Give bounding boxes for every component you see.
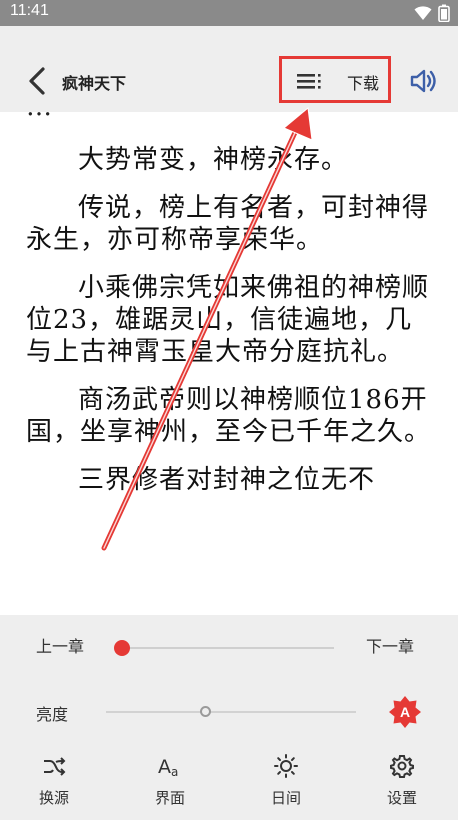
- auto-brightness-glyph: A: [400, 704, 410, 720]
- table-of-contents-icon[interactable]: [294, 68, 324, 94]
- svg-text:A: A: [158, 756, 171, 778]
- paragraph: 三界修者对封神之位无不: [78, 465, 376, 495]
- back-arrow-icon[interactable]: [24, 66, 50, 96]
- book-title: 疯神天下: [62, 74, 127, 93]
- battery-icon: [438, 4, 450, 22]
- brightness-slider-thumb[interactable]: [200, 706, 211, 717]
- chapter-progress-thumb[interactable]: [114, 640, 130, 656]
- gear-icon: [390, 755, 414, 778]
- clipped-text-line: …: [26, 112, 432, 123]
- brightness-row: 亮度 A: [0, 693, 458, 733]
- nav-label: 界面: [154, 789, 185, 807]
- nav-interface[interactable]: A a 界面: [135, 753, 205, 813]
- prev-chapter-button[interactable]: 上一章: [36, 633, 84, 657]
- nav-switch-source[interactable]: 换源: [19, 753, 89, 813]
- next-chapter-button[interactable]: 下一章: [366, 633, 414, 657]
- status-icons: [414, 4, 450, 22]
- auto-brightness-icon[interactable]: A: [388, 695, 422, 729]
- speaker-icon[interactable]: [408, 66, 438, 96]
- paragraph: 传说，榜上有名者，可封神得永生，亦可称帝享荣华。: [26, 193, 430, 255]
- nav-label: 设置: [386, 789, 417, 807]
- paragraph-list: 大势常变，神榜永存。 传说，榜上有名者，可封神得永生，亦可称帝享荣华。 小乘佛宗…: [0, 144, 458, 512]
- nav-label: 日间: [270, 789, 301, 807]
- chapter-progress-track[interactable]: [122, 647, 334, 649]
- nav-day-mode[interactable]: 日间: [251, 753, 321, 813]
- top-bar: 疯神天下 下载: [0, 26, 458, 112]
- brightness-slider-track[interactable]: [106, 711, 356, 713]
- chapter-row: 上一章 下一章: [0, 625, 458, 665]
- nav-settings[interactable]: 设置: [367, 753, 437, 813]
- status-bar: 11:41: [0, 0, 458, 26]
- font-style-icon: A a: [158, 756, 178, 779]
- sun-icon: [274, 754, 298, 778]
- paragraph: 大势常变，神榜永存。: [78, 145, 349, 175]
- switch-source-icon: [44, 757, 66, 776]
- bottom-nav: 换源 A a 界面 日间 设置: [0, 753, 458, 820]
- download-button[interactable]: 下载: [347, 70, 379, 94]
- status-time: 11:41: [10, 2, 49, 19]
- svg-text:a: a: [171, 765, 178, 779]
- brightness-label: 亮度: [36, 705, 69, 724]
- reading-content[interactable]: … 大势常变，神榜永存。 传说，榜上有名者，可封神得永生，亦可称帝享荣华。 小乘…: [0, 112, 458, 615]
- paragraph: 小乘佛宗凭如来佛祖的神榜顺位23，雄踞灵山，信徒遍地，几与上古神霄玉皇大帝分庭抗…: [26, 273, 430, 367]
- nav-label: 换源: [38, 789, 69, 807]
- reader-control-panel: 上一章 下一章 亮度 A 换源 A a 界面 日间 设置: [0, 615, 458, 820]
- paragraph: 商汤武帝则以神榜顺位186开国，坐享神州，至今已千年之久。: [26, 385, 432, 447]
- wifi-icon: [414, 6, 432, 20]
